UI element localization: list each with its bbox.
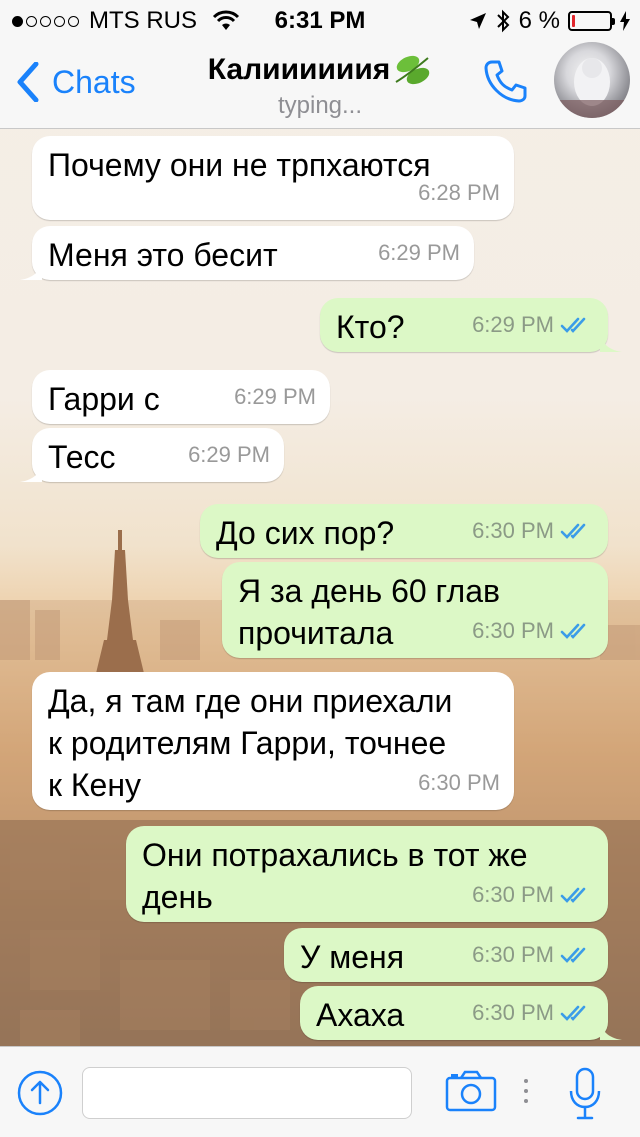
leaf-emoji-icon — [395, 55, 430, 85]
message-meta: 6:30 PM — [472, 992, 594, 1034]
message-time: 6:30 PM — [472, 518, 554, 543]
message-meta: 6:29 PM — [378, 232, 460, 274]
phone-icon — [484, 60, 527, 103]
message-text: Ахаха — [316, 997, 405, 1033]
message-meta: 6:30 PM — [472, 934, 594, 976]
outgoing-message[interactable]: Ахаха 6:30 PM — [300, 986, 622, 1040]
incoming-message[interactable]: Да, я там где они приехали к родителям Г… — [32, 672, 514, 810]
message-text: Почему они не трпхаются — [48, 147, 431, 183]
status-bar: MTS RUS 6:31 PM 6 % — [0, 0, 640, 40]
outgoing-message[interactable]: У меня 6:30 PM — [284, 928, 608, 982]
input-bar — [0, 1046, 640, 1137]
message-time: 6:29 PM — [188, 442, 270, 467]
message-time: 6:30 PM — [418, 770, 500, 795]
read-receipt-icon — [560, 947, 586, 963]
contact-avatar[interactable] — [554, 42, 630, 118]
message-text: У меня — [300, 939, 405, 975]
message-text: Они потрахались в тот же день — [142, 837, 528, 915]
bubble-tail — [20, 460, 42, 482]
message-text: Тесс — [48, 439, 116, 475]
outgoing-message[interactable]: Я за день 60 глав прочитала 6:30 PM — [222, 562, 608, 658]
status-right: 6 % — [469, 7, 630, 35]
message-meta: 6:28 PM — [418, 172, 500, 214]
outgoing-message[interactable]: Они потрахались в тот же день 6:30 PM — [126, 826, 608, 922]
message-text: Меня это бесит — [48, 237, 278, 273]
outgoing-message[interactable]: До сих пор? 6:30 PM — [200, 504, 608, 558]
message-meta: 6:29 PM — [472, 304, 594, 346]
message-time: 6:30 PM — [472, 942, 554, 967]
message-time: 6:30 PM — [472, 1000, 554, 1025]
message-time: 6:30 PM — [472, 882, 554, 907]
read-receipt-icon — [560, 317, 586, 333]
upload-icon — [17, 1070, 63, 1116]
message-text: До сих пор? — [216, 515, 395, 551]
contact-status: typing... — [277, 92, 363, 119]
message-text: Кто? — [336, 309, 405, 345]
contact-info[interactable]: Калиииииия typing... — [0, 52, 640, 120]
message-meta: 6:30 PM — [472, 510, 594, 552]
bubble-tail — [600, 330, 622, 352]
message-time: 6:29 PM — [234, 384, 316, 409]
message-time: 6:29 PM — [472, 312, 554, 337]
message-time: 6:30 PM — [472, 618, 554, 643]
message-meta: 6:29 PM — [234, 376, 316, 418]
read-receipt-icon — [560, 623, 586, 639]
battery-level-fill — [572, 15, 575, 27]
more-icon — [522, 1077, 530, 1110]
camera-button[interactable] — [444, 1069, 498, 1118]
message-text: Да, я там где они приехали к родителям Г… — [48, 683, 453, 803]
read-receipt-icon — [560, 1005, 586, 1021]
chat-header: Chats Калиииииия typing... — [0, 40, 640, 129]
message-time: 6:28 PM — [418, 180, 500, 205]
camera-icon — [445, 1070, 497, 1112]
battery-percent: 6 % — [518, 7, 560, 34]
bubble-tail — [20, 258, 42, 280]
bubble-tail — [600, 1018, 622, 1040]
message-text: Я за день 60 глав прочитала — [238, 573, 500, 651]
message-input[interactable] — [82, 1067, 412, 1119]
incoming-message[interactable]: Почему они не трпхаются 6:28 PM — [32, 136, 514, 220]
microphone-icon — [569, 1067, 601, 1120]
incoming-message[interactable]: Гарри с 6:29 PM — [32, 370, 330, 424]
message-meta: 6:30 PM — [472, 610, 594, 652]
message-meta: 6:30 PM — [418, 762, 500, 804]
battery-icon — [568, 11, 615, 31]
location-arrow-icon — [469, 13, 486, 29]
message-meta: 6:29 PM — [188, 434, 270, 476]
incoming-message[interactable]: Меня это бесит 6:29 PM — [20, 226, 474, 280]
voice-message-button[interactable] — [568, 1067, 602, 1126]
outgoing-message[interactable]: Кто? 6:29 PM — [320, 298, 622, 352]
bluetooth-icon — [496, 9, 510, 33]
charging-icon — [620, 11, 630, 31]
incoming-message[interactable]: Тесс 6:29 PM — [20, 428, 284, 482]
message-meta: 6:30 PM — [472, 874, 594, 916]
read-receipt-icon — [560, 523, 586, 539]
contact-name: Калиииииия — [207, 53, 391, 86]
upload-button[interactable] — [16, 1069, 64, 1122]
message-time: 6:29 PM — [378, 240, 460, 265]
message-text: Гарри с — [48, 381, 160, 417]
read-receipt-icon — [560, 887, 586, 903]
call-button[interactable] — [482, 58, 528, 109]
